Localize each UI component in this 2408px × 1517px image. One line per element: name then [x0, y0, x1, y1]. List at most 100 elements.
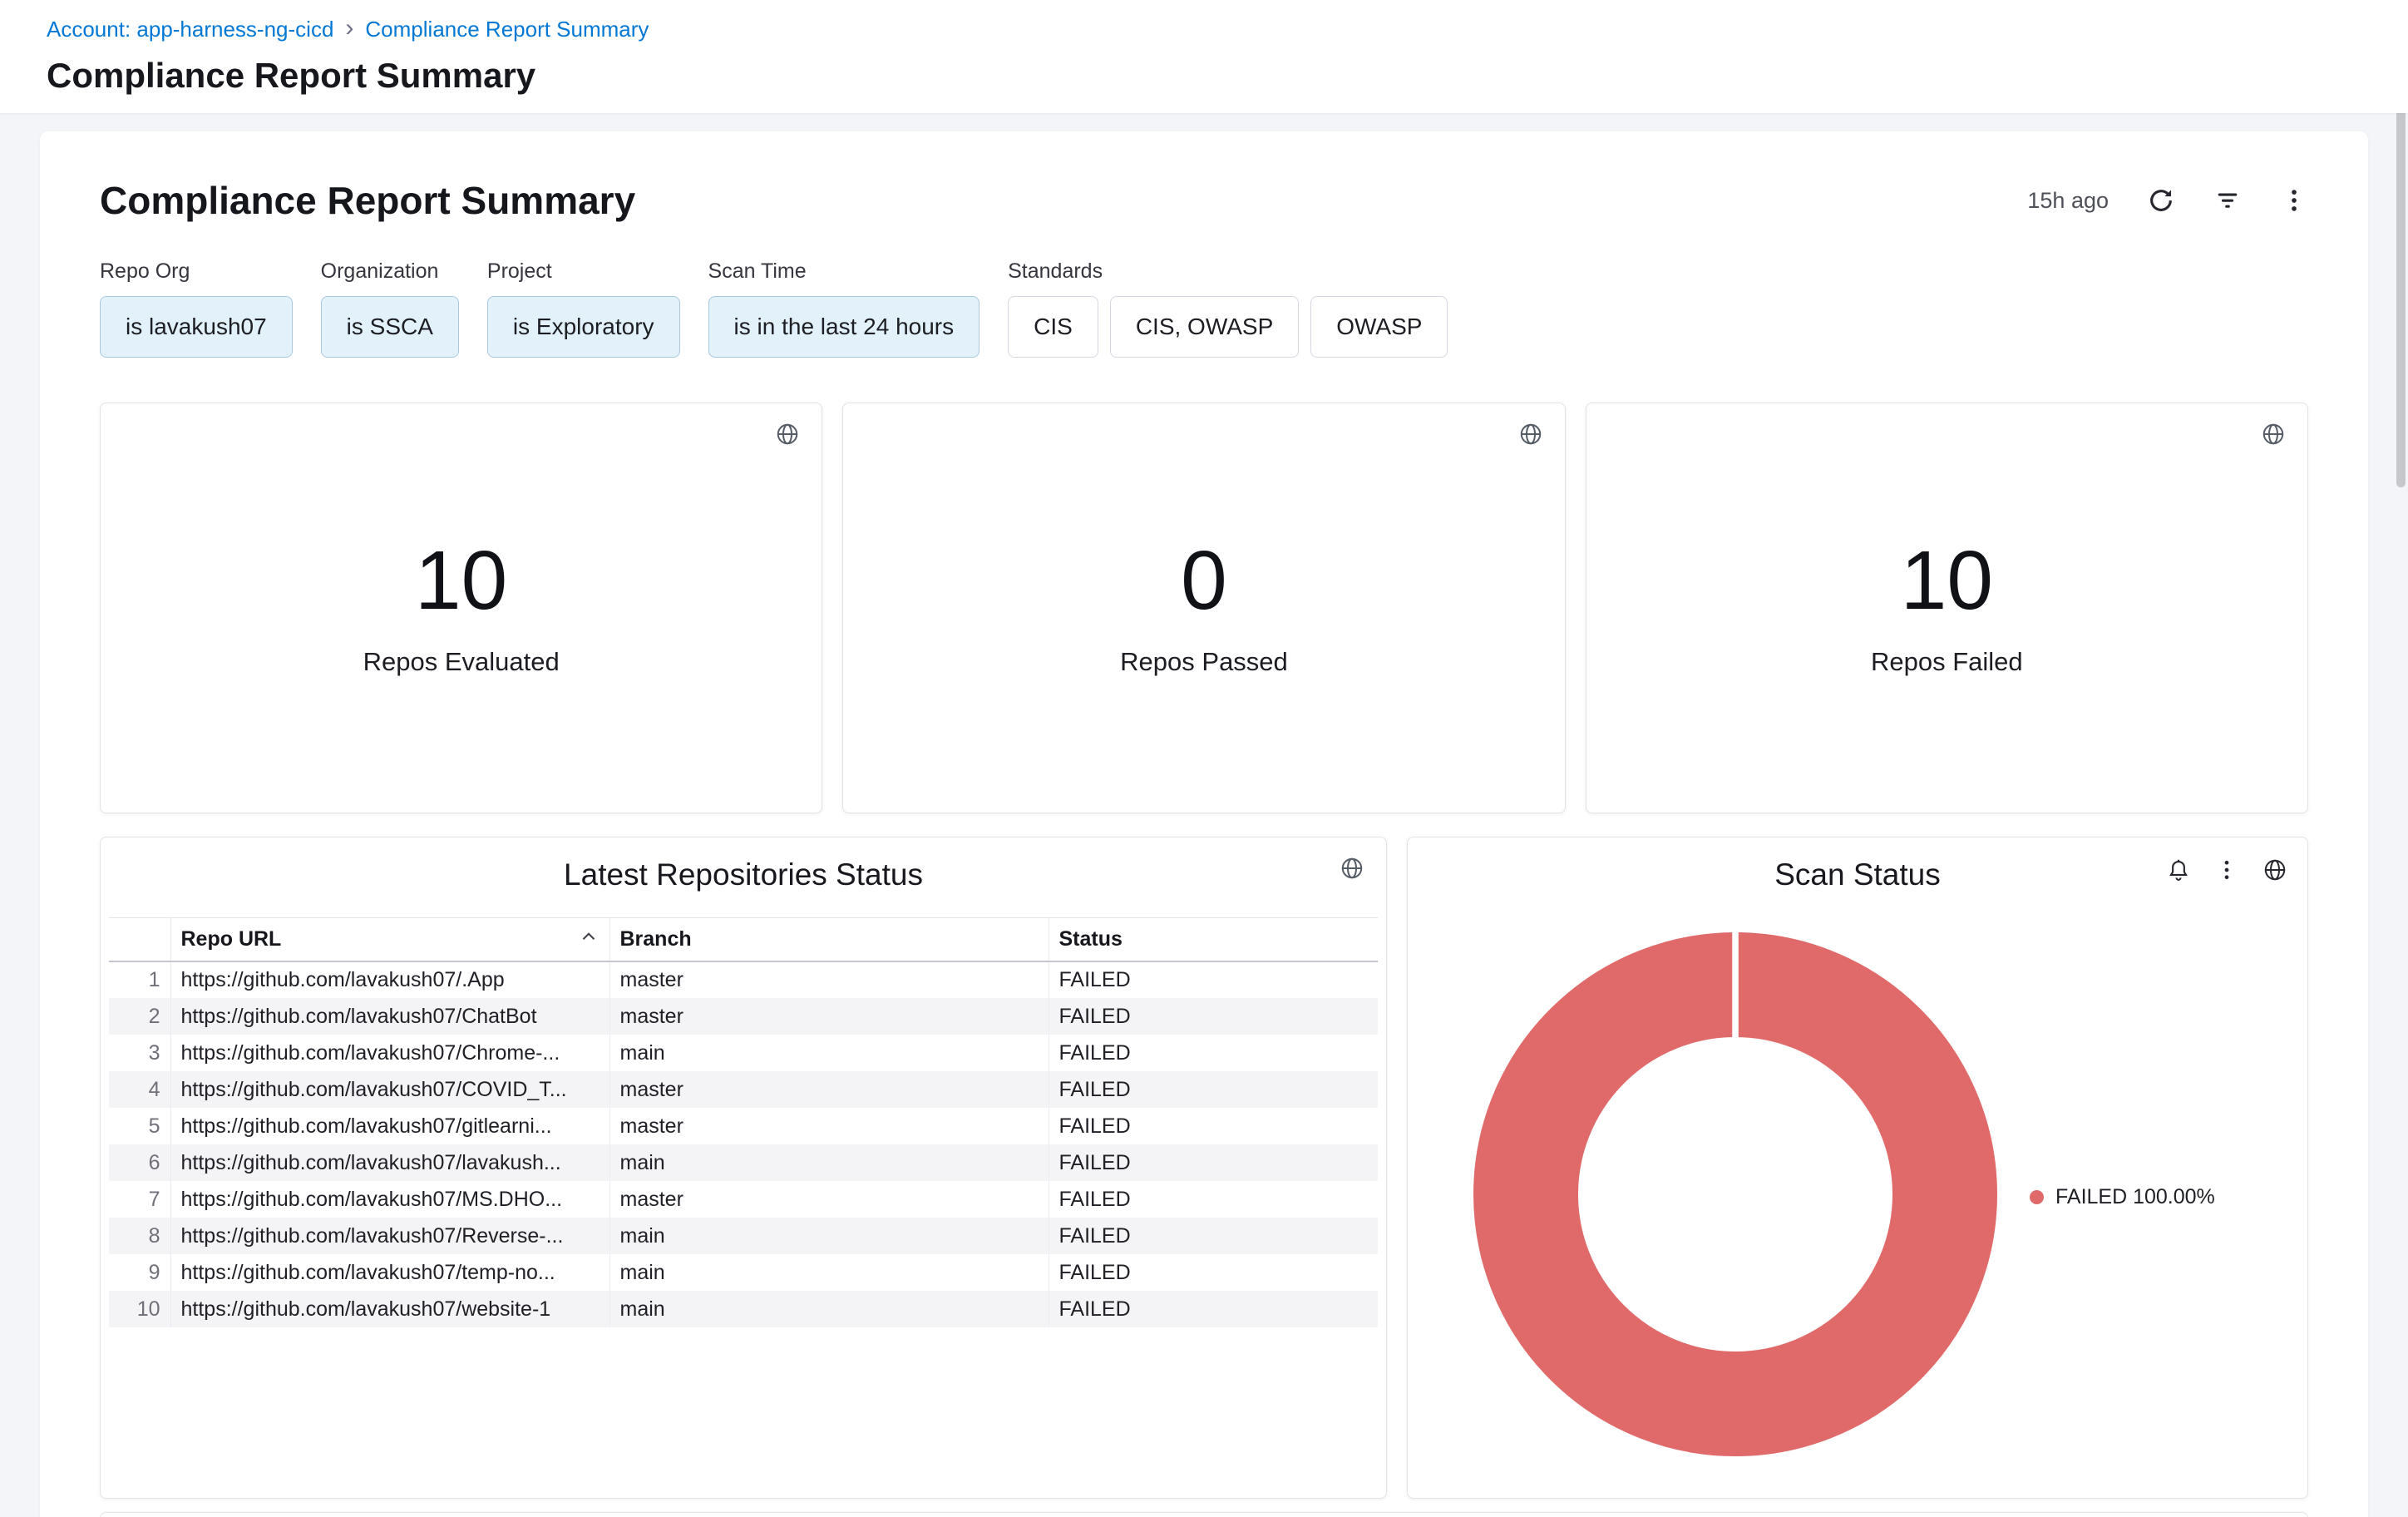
repo-url-cell: https://github.com/lavakush07/lavakush..…: [170, 1144, 609, 1181]
globe-icon[interactable]: [2262, 857, 2287, 882]
table-header-row: Repo URL Branch Status: [109, 918, 1378, 962]
status-cell: FAILED: [1049, 1218, 1378, 1254]
column-header-branch[interactable]: Branch: [609, 918, 1049, 962]
filter-chip[interactable]: is lavakush07: [100, 296, 293, 358]
filter-group: Repo Org is lavakush07: [100, 259, 293, 358]
status-cell: FAILED: [1049, 1291, 1378, 1327]
repo-status-table: Repo URL Branch Status 1 https://githu: [109, 917, 1378, 1327]
legend-label: FAILED 100.00%: [2055, 1185, 2215, 1209]
branch-cell: main: [609, 1144, 1049, 1181]
globe-icon[interactable]: [2261, 422, 2286, 447]
table-row[interactable]: 2 https://github.com/lavakush07/ChatBot …: [109, 998, 1378, 1035]
breadcrumb-current-link[interactable]: Compliance Report Summary: [365, 17, 649, 42]
breadcrumb: Account: app-harness-ng-cicd › Complianc…: [47, 17, 2361, 42]
refresh-icon[interactable]: [2147, 186, 2175, 215]
row-number: 9: [109, 1254, 170, 1291]
filter-icon[interactable]: [2213, 186, 2242, 215]
kebab-menu-icon[interactable]: [2214, 857, 2239, 882]
kebab-menu-icon[interactable]: [2280, 186, 2308, 215]
row-number: 7: [109, 1181, 170, 1218]
breadcrumb-account-link[interactable]: Account: app-harness-ng-cicd: [47, 17, 333, 42]
next-tile-partial: [100, 1512, 2308, 1517]
table-row[interactable]: 8 https://github.com/lavakush07/Reverse-…: [109, 1218, 1378, 1254]
sort-ascending-icon: [578, 926, 600, 953]
last-updated-label: 15h ago: [2027, 188, 2109, 214]
scan-status-donut-chart[interactable]: [1473, 932, 1997, 1456]
filter-label: Scan Time: [708, 259, 980, 284]
filter-chip[interactable]: CIS, OWASP: [1110, 296, 1299, 358]
filter-label: Organization: [321, 259, 459, 284]
page-body: Compliance Report Summary 15h ago Repo O…: [0, 113, 2408, 1517]
filter-group: Project is Exploratory: [487, 259, 680, 358]
repo-url-cell: https://github.com/lavakush07/temp-no...: [170, 1254, 609, 1291]
stat-tile: 0 Repos Passed: [842, 403, 1565, 813]
filter-chip-row: is SSCA: [321, 296, 459, 358]
stat-tile: 10 Repos Failed: [1586, 403, 2308, 813]
status-cell: FAILED: [1049, 1108, 1378, 1144]
column-header-status[interactable]: Status: [1049, 918, 1378, 962]
branch-cell: master: [609, 1071, 1049, 1108]
vertical-scrollbar-thumb[interactable]: [2396, 72, 2406, 487]
filter-label: Standards: [1008, 259, 1448, 284]
stat-value: 10: [415, 539, 507, 622]
filter-group: Organization is SSCA: [321, 259, 459, 358]
status-cell: FAILED: [1049, 1254, 1378, 1291]
latest-repositories-card: Latest Repositories Status Repo URL: [100, 837, 1387, 1499]
scan-status-card: Scan Status: [1407, 837, 2308, 1499]
row-number: 10: [109, 1291, 170, 1327]
branch-cell: master: [609, 1181, 1049, 1218]
dashboard-title: Compliance Report Summary: [100, 178, 635, 223]
status-cell: FAILED: [1049, 998, 1378, 1035]
globe-icon[interactable]: [1340, 856, 1364, 881]
filter-chip[interactable]: OWASP: [1310, 296, 1448, 358]
filter-chip[interactable]: CIS: [1008, 296, 1098, 358]
repo-url-header-label: Repo URL: [181, 927, 282, 951]
table-row[interactable]: 3 https://github.com/lavakush07/Chrome-.…: [109, 1035, 1378, 1071]
repo-url-cell: https://github.com/lavakush07/gitlearni.…: [170, 1108, 609, 1144]
stat-value: 10: [1901, 539, 1993, 622]
filter-chip[interactable]: is SSCA: [321, 296, 459, 358]
filter-chip-row: is lavakush07: [100, 296, 293, 358]
bell-icon[interactable]: [2166, 857, 2191, 882]
filter-chip[interactable]: is in the last 24 hours: [708, 296, 980, 358]
row-number: 3: [109, 1035, 170, 1071]
filter-label: Repo Org: [100, 259, 293, 284]
row-number: 5: [109, 1108, 170, 1144]
status-cell: FAILED: [1049, 961, 1378, 998]
branch-cell: main: [609, 1035, 1049, 1071]
table-row[interactable]: 6 https://github.com/lavakush07/lavakush…: [109, 1144, 1378, 1181]
table-row[interactable]: 4 https://github.com/lavakush07/COVID_T.…: [109, 1071, 1378, 1108]
table-row[interactable]: 9 https://github.com/lavakush07/temp-no.…: [109, 1254, 1378, 1291]
legend-dot: [2030, 1190, 2044, 1204]
row-number: 1: [109, 961, 170, 998]
filter-chip-row: is in the last 24 hours: [708, 296, 980, 358]
bottom-row: Latest Repositories Status Repo URL: [100, 837, 2308, 1499]
table-row[interactable]: 7 https://github.com/lavakush07/MS.DHO..…: [109, 1181, 1378, 1218]
repo-url-cell: https://github.com/lavakush07/COVID_T...: [170, 1071, 609, 1108]
filter-chip-row: CISCIS, OWASPOWASP: [1008, 296, 1448, 358]
status-cell: FAILED: [1049, 1071, 1378, 1108]
stat-tile: 10 Repos Evaluated: [100, 403, 822, 813]
breadcrumb-separator-icon: ›: [345, 16, 353, 41]
row-number: 8: [109, 1218, 170, 1254]
stat-value: 0: [1181, 539, 1227, 622]
table-row[interactable]: 10 https://github.com/lavakush07/website…: [109, 1291, 1378, 1327]
status-cell: FAILED: [1049, 1035, 1378, 1071]
status-cell: FAILED: [1049, 1181, 1378, 1218]
table-body: 1 https://github.com/lavakush07/.App mas…: [109, 961, 1378, 1327]
repo-url-cell: https://github.com/lavakush07/ChatBot: [170, 998, 609, 1035]
branch-cell: main: [609, 1291, 1049, 1327]
globe-icon[interactable]: [1518, 422, 1543, 447]
table-row[interactable]: 5 https://github.com/lavakush07/gitlearn…: [109, 1108, 1378, 1144]
table-row[interactable]: 1 https://github.com/lavakush07/.App mas…: [109, 961, 1378, 998]
column-header-repo-url[interactable]: Repo URL: [170, 918, 609, 962]
globe-icon[interactable]: [775, 422, 800, 447]
filter-chip[interactable]: is Exploratory: [487, 296, 680, 358]
dashboard-panel: Compliance Report Summary 15h ago Repo O…: [40, 131, 2368, 1517]
donut-slice-divider: [1732, 932, 1739, 1037]
repo-url-cell: https://github.com/lavakush07/Reverse-..…: [170, 1218, 609, 1254]
chart-legend-item[interactable]: FAILED 100.00%: [2030, 1185, 2215, 1209]
stat-label: Repos Evaluated: [363, 647, 560, 677]
branch-cell: main: [609, 1218, 1049, 1254]
repo-url-cell: https://github.com/lavakush07/MS.DHO...: [170, 1181, 609, 1218]
